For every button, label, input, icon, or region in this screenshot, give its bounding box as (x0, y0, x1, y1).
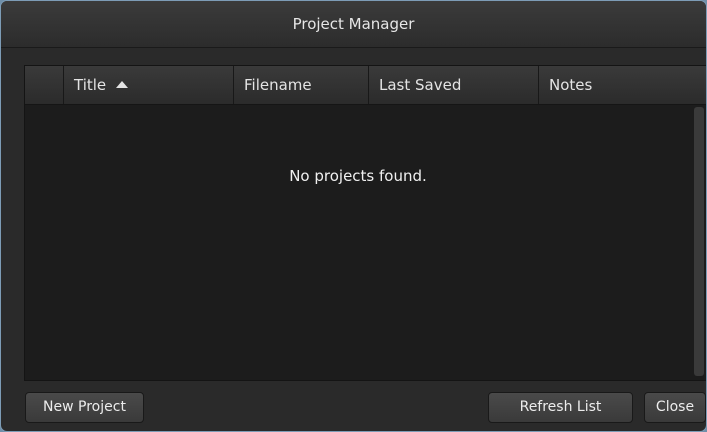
window-title: Project Manager (292, 15, 415, 33)
column-header-filename[interactable]: Filename (234, 66, 369, 104)
refresh-list-button[interactable]: Refresh List (488, 392, 633, 423)
new-project-button[interactable]: New Project (25, 392, 144, 423)
column-header-title[interactable]: Title (64, 66, 234, 104)
table-header: Title Filename Last Saved Notes (25, 66, 706, 105)
column-header-select[interactable] (25, 66, 64, 104)
column-header-last-saved-label: Last Saved (379, 76, 462, 94)
column-header-last-saved[interactable]: Last Saved (369, 66, 539, 104)
project-list: Title Filename Last Saved Notes No proje… (24, 65, 706, 381)
column-header-notes-label: Notes (549, 76, 593, 94)
column-header-title-label: Title (74, 76, 107, 94)
empty-message: No projects found. (289, 167, 427, 185)
close-button[interactable]: Close (644, 392, 706, 423)
project-manager-window: Project Manager Title Filename Last Save… (0, 0, 707, 432)
column-header-filename-label: Filename (244, 76, 312, 94)
window-titlebar[interactable]: Project Manager (1, 1, 706, 48)
column-header-notes[interactable]: Notes (539, 66, 706, 104)
sort-ascending-icon (116, 81, 129, 88)
table-body[interactable]: No projects found. (25, 105, 691, 380)
vertical-scrollbar[interactable] (694, 107, 704, 376)
